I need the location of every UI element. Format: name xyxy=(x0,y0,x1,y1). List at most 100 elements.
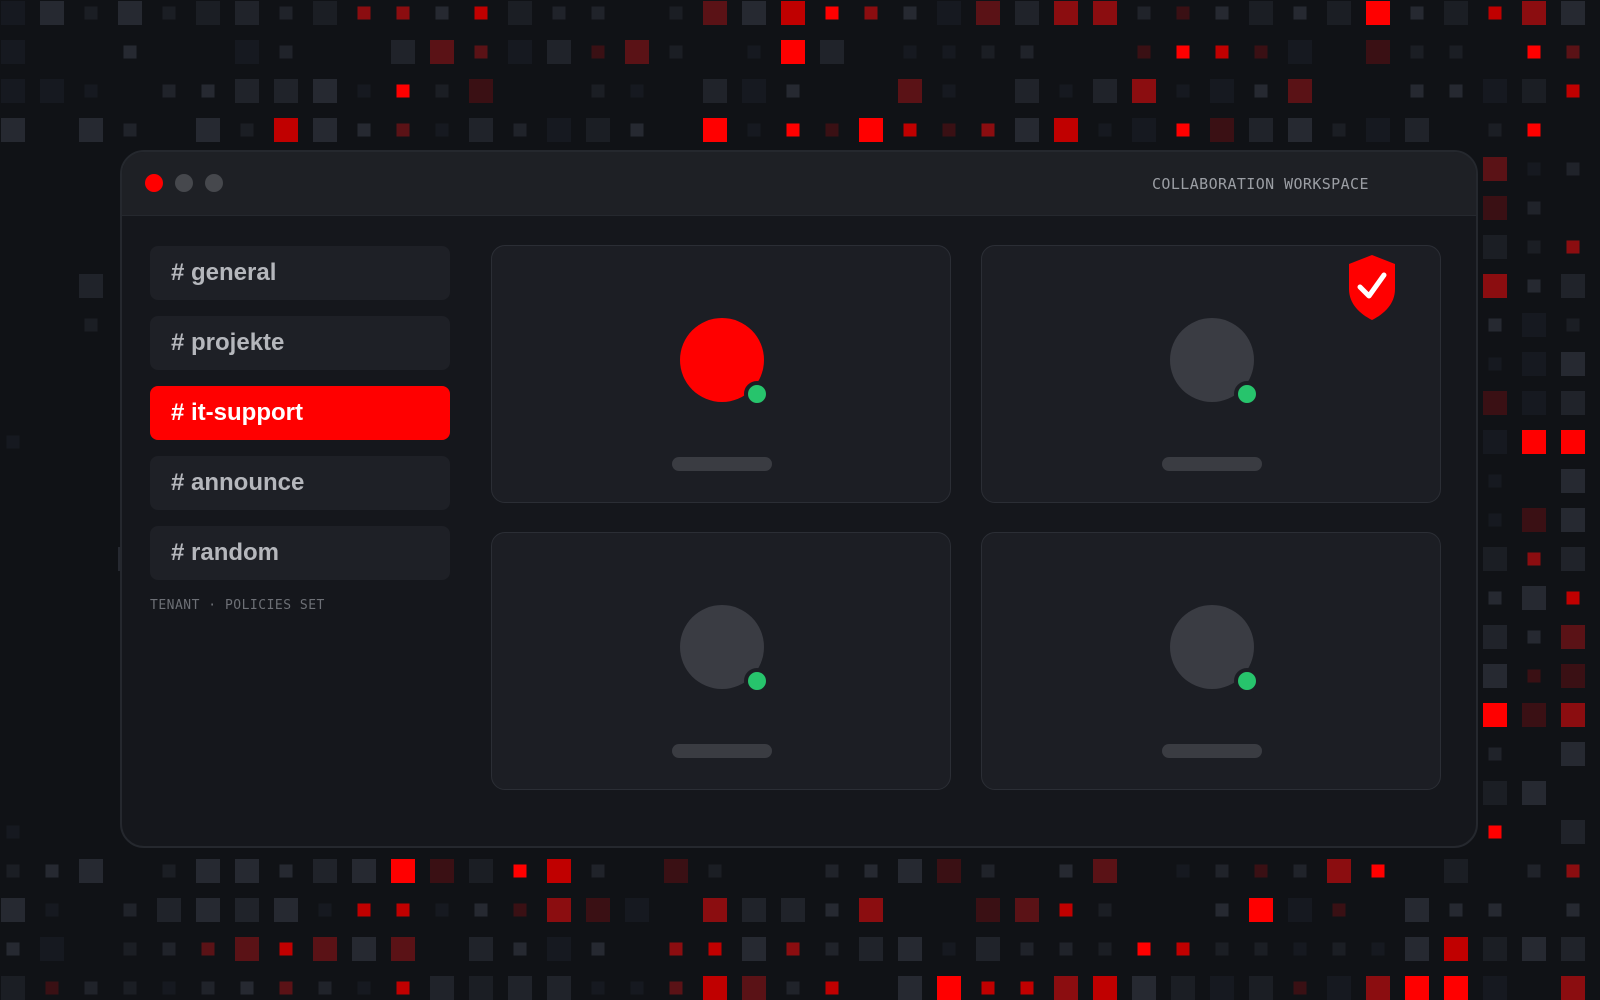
background-square xyxy=(1093,79,1117,103)
background-square xyxy=(1566,45,1580,59)
background-square xyxy=(664,859,688,883)
close-button[interactable] xyxy=(145,174,163,192)
background-square xyxy=(274,898,298,922)
participant-tile[interactable] xyxy=(981,532,1441,790)
background-square xyxy=(274,118,298,142)
background-square xyxy=(1483,79,1507,103)
background-square xyxy=(859,937,883,961)
background-square xyxy=(1483,664,1507,688)
background-square xyxy=(1566,162,1580,176)
background-square xyxy=(1059,942,1073,956)
background-square xyxy=(1488,591,1502,605)
background-square xyxy=(1215,903,1229,917)
background-square xyxy=(79,118,103,142)
participant-tile[interactable] xyxy=(981,245,1441,503)
background-square xyxy=(1093,1,1117,25)
background-square xyxy=(703,976,727,1000)
background-square xyxy=(1444,859,1468,883)
background-square xyxy=(162,84,176,98)
background-square xyxy=(1566,864,1580,878)
background-square xyxy=(123,903,137,917)
background-square xyxy=(825,864,839,878)
background-square xyxy=(162,6,176,20)
background-square xyxy=(898,937,922,961)
background-square xyxy=(474,45,488,59)
background-square xyxy=(1366,976,1390,1000)
channel-item-projekte[interactable]: # projekte xyxy=(150,316,450,370)
background-square xyxy=(786,942,800,956)
background-square xyxy=(1215,6,1229,20)
background-square xyxy=(937,976,961,1000)
background-square xyxy=(279,45,293,59)
background-square xyxy=(1249,1,1273,25)
participant-tile[interactable] xyxy=(491,245,951,503)
background-square xyxy=(1566,591,1580,605)
background-square xyxy=(357,123,371,137)
background-square xyxy=(1288,118,1312,142)
background-square xyxy=(703,118,727,142)
background-square xyxy=(1020,45,1034,59)
background-square xyxy=(825,123,839,137)
name-placeholder xyxy=(1162,744,1262,758)
background-square xyxy=(1488,6,1502,20)
background-square xyxy=(669,942,683,956)
background-square xyxy=(84,981,98,995)
background-square xyxy=(40,79,64,103)
background-square xyxy=(1093,976,1117,1000)
channel-item-it-support[interactable]: # it-support xyxy=(150,386,450,440)
background-square xyxy=(1098,123,1112,137)
background-square xyxy=(357,6,371,20)
background-square xyxy=(201,981,215,995)
background-square xyxy=(1405,118,1429,142)
background-square xyxy=(430,976,454,1000)
background-square xyxy=(313,937,337,961)
background-square xyxy=(235,898,259,922)
background-square xyxy=(1132,118,1156,142)
background-square xyxy=(396,123,410,137)
background-square xyxy=(1293,981,1307,995)
minimize-button[interactable] xyxy=(175,174,193,192)
background-square xyxy=(279,864,293,878)
background-square xyxy=(1483,625,1507,649)
background-square xyxy=(1,40,25,64)
background-square xyxy=(1488,318,1502,332)
background-square xyxy=(1054,976,1078,1000)
background-square xyxy=(942,84,956,98)
background-square xyxy=(1410,84,1424,98)
background-square xyxy=(1488,357,1502,371)
background-square xyxy=(357,84,371,98)
maximize-button[interactable] xyxy=(205,174,223,192)
background-square xyxy=(747,45,761,59)
background-square xyxy=(1288,898,1312,922)
background-square xyxy=(859,118,883,142)
channel-item-random[interactable]: # random xyxy=(150,526,450,580)
background-square xyxy=(1561,625,1585,649)
background-square xyxy=(84,84,98,98)
background-square xyxy=(1483,937,1507,961)
background-square xyxy=(547,898,571,922)
background-square xyxy=(123,942,137,956)
background-square xyxy=(1561,547,1585,571)
background-square xyxy=(474,6,488,20)
tenant-status: TENANT · POLICIES SET xyxy=(150,598,325,613)
background-square xyxy=(391,859,415,883)
background-square xyxy=(552,6,566,20)
background-square xyxy=(1522,313,1546,337)
background-square xyxy=(903,123,917,137)
background-square xyxy=(1483,547,1507,571)
background-square xyxy=(630,981,644,995)
background-square xyxy=(1020,981,1034,995)
background-square xyxy=(547,937,571,961)
background-square xyxy=(547,40,571,64)
background-square xyxy=(1483,274,1507,298)
channel-item-general[interactable]: # general xyxy=(150,246,450,300)
background-square xyxy=(352,937,376,961)
background-square xyxy=(1566,240,1580,254)
channel-item-announce[interactable]: # announce xyxy=(150,456,450,510)
participant-tile[interactable] xyxy=(491,532,951,790)
background-square xyxy=(123,123,137,137)
background-square xyxy=(976,937,1000,961)
background-square xyxy=(1176,123,1190,137)
background-square xyxy=(864,6,878,20)
background-square xyxy=(196,1,220,25)
